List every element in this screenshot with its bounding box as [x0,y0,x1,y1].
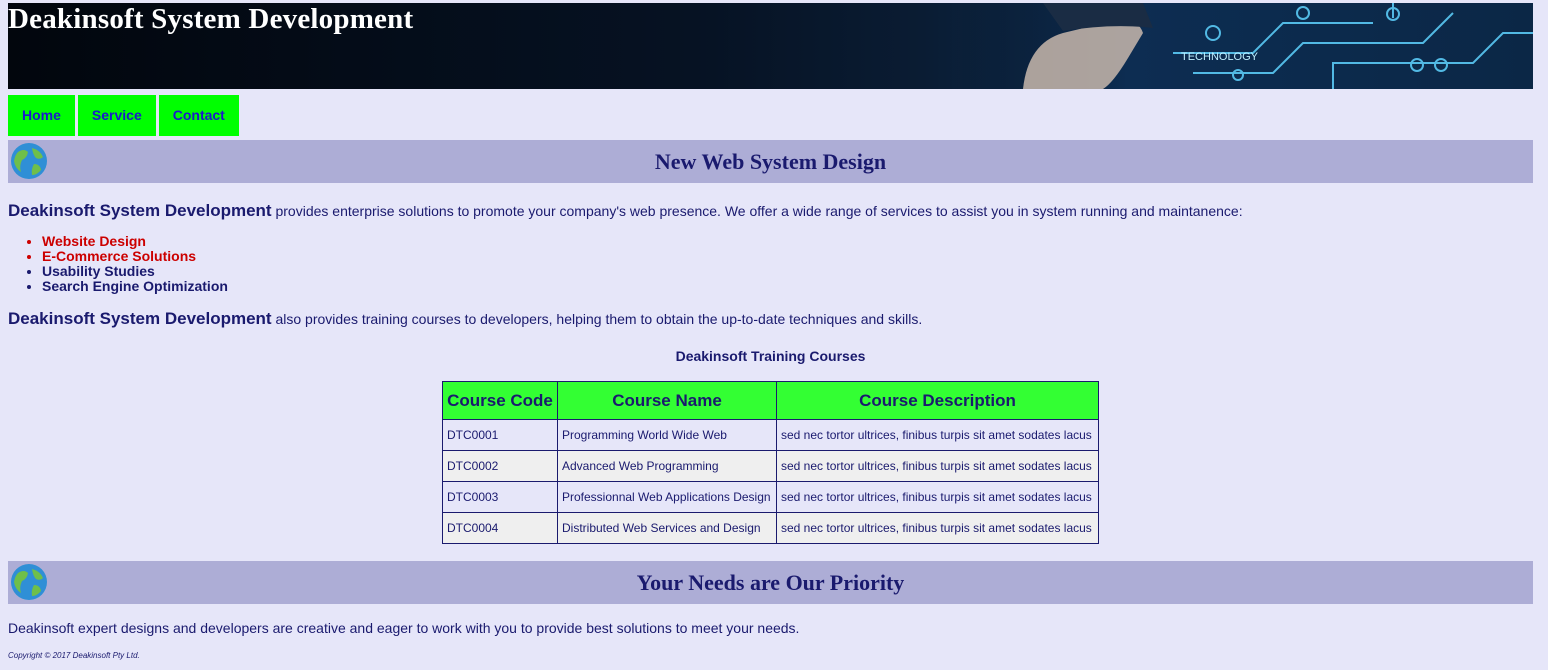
service-item: E-Commerce Solutions [42,249,228,264]
column-header: Course Code [442,381,558,420]
table-cell: DTC0003 [442,481,558,513]
table-cell: Programming World Wide Web [557,419,777,451]
table-row: DTC0004 Distributed Web Services and Des… [442,512,1099,544]
table-cell: sed nec tortor ultrices, finibus turpis … [776,481,1099,513]
table-cell: sed nec tortor ultrices, finibus turpis … [776,419,1099,451]
company-name: Deakinsoft System Development [8,309,272,328]
globe-icon [11,564,47,600]
table-cell: Professionnal Web Applications Design [557,481,777,513]
priority-paragraph: Deakinsoft expert designs and developers… [8,620,800,636]
nav-service[interactable]: Service [77,95,156,136]
header-banner: Deakinsoft System Development TECHNOLOGY [8,3,1533,89]
globe-icon [11,143,47,179]
page: Deakinsoft System Development TECHNOLOGY… [8,3,1533,660]
company-name: Deakinsoft System Development [8,201,272,220]
table-row: DTC0002 Advanced Web Programming sed nec… [442,450,1099,482]
copyright-text: Copyright © 2017 Deakinsoft Pty Ltd. [8,651,140,660]
table-cell: DTC0002 [442,450,558,482]
table-cell: Advanced Web Programming [557,450,777,482]
training-paragraph: Deakinsoft System Development also provi… [8,309,922,329]
table-header-row: Course Code Course Name Course Descripti… [442,381,1099,420]
nav-home[interactable]: Home [8,95,75,136]
section-heading-bar: Your Needs are Our Priority [8,561,1533,604]
svg-text:TECHNOLOGY: TECHNOLOGY [1181,51,1259,63]
site-title: Deakinsoft System Development [8,3,414,35]
table-cell: Distributed Web Services and Design [557,512,777,544]
training-text: also provides training courses to develo… [271,311,923,327]
section-heading-bar: New Web System Design [8,140,1533,183]
service-item: Website Design [42,234,228,249]
technology-banner-image: TECHNOLOGY [953,3,1533,89]
column-header: Course Name [557,381,777,420]
intro-paragraph: Deakinsoft System Development provides e… [8,201,1243,221]
table-row: DTC0003 Professionnal Web Applications D… [442,481,1099,513]
intro-text: provides enterprise solutions to promote… [271,203,1243,219]
service-item: Search Engine Optimization [42,279,228,294]
table-cell: sed nec tortor ultrices, finibus turpis … [776,450,1099,482]
section-title: Your Needs are Our Priority [636,570,905,595]
main-nav: Home Service Contact [8,95,239,136]
table-caption: Deakinsoft Training Courses [675,348,866,364]
table-cell: DTC0004 [442,512,558,544]
section-title: New Web System Design [654,149,887,174]
table-cell: sed nec tortor ultrices, finibus turpis … [776,512,1099,544]
services-list: Website Design E-Commerce Solutions Usab… [8,234,228,294]
table-row: DTC0001 Programming World Wide Web sed n… [442,419,1099,451]
column-header: Course Description [776,381,1099,420]
service-item: Usability Studies [42,264,228,279]
nav-contact[interactable]: Contact [158,95,239,136]
table-cell: DTC0001 [442,419,558,451]
courses-table: Course Code Course Name Course Descripti… [442,381,1099,544]
